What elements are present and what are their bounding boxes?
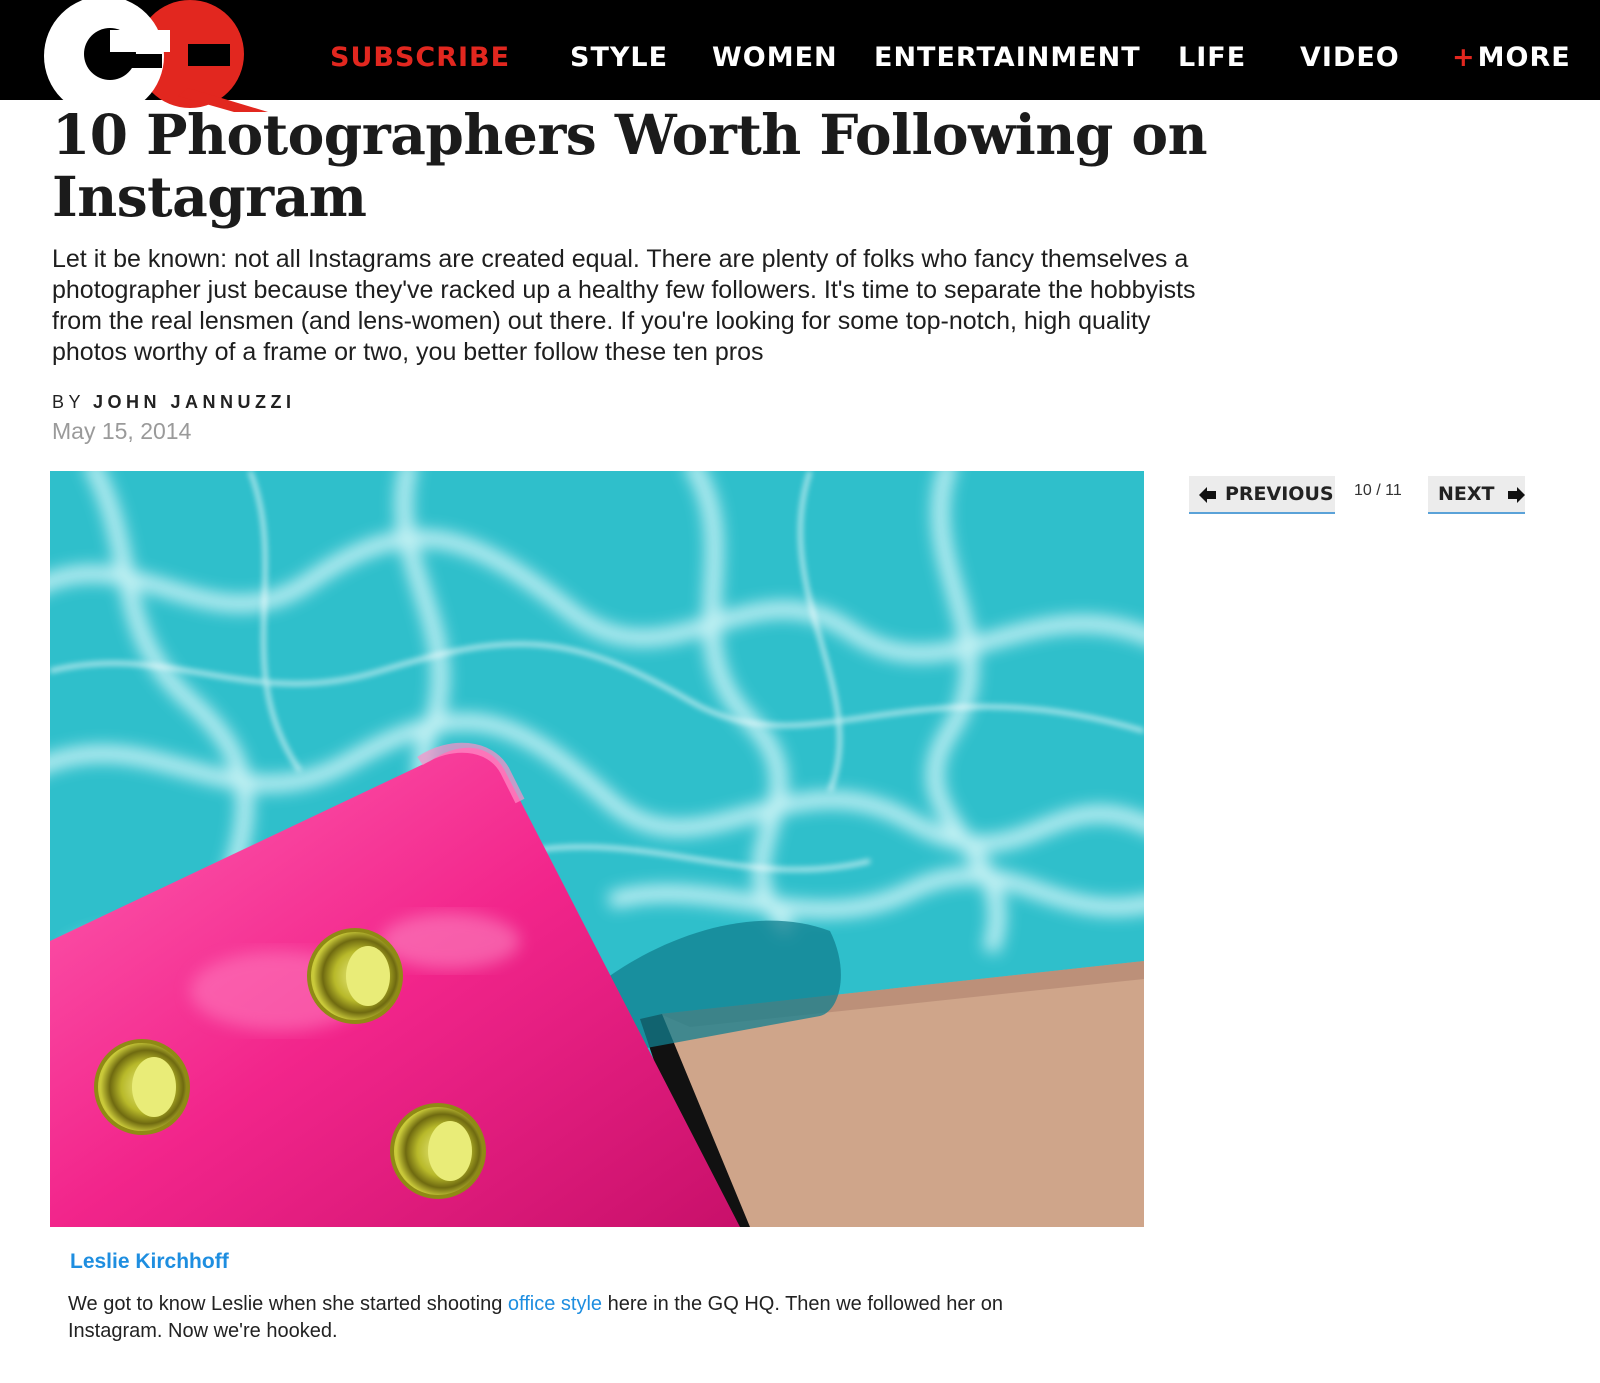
gq-logo[interactable]: [38, 0, 268, 112]
slide-photo: [50, 471, 1144, 1227]
photographer-credit-link[interactable]: Leslie Kirchhoff: [70, 1250, 229, 1274]
next-button[interactable]: NEXT: [1428, 476, 1526, 514]
byline: BY JOHN JANNUZZI: [52, 392, 296, 413]
office-style-link[interactable]: office style: [508, 1293, 602, 1315]
previous-label: PREVIOUS: [1225, 483, 1334, 505]
arrow-right-icon: [1507, 486, 1526, 503]
nav-video[interactable]: VIDEO: [1300, 38, 1400, 78]
slide-counter: 10 / 11: [1354, 482, 1402, 499]
nav-entertainment[interactable]: ENTERTAINMENT: [874, 38, 1141, 78]
previous-button[interactable]: PREVIOUS: [1189, 476, 1335, 514]
byline-label: BY: [52, 392, 86, 412]
pool-float-image: [50, 471, 1144, 1227]
publish-date: May 15, 2014: [52, 418, 192, 444]
top-nav: SUBSCRIBE STYLE WOMEN ENTERTAINMENT LIFE…: [0, 0, 1600, 112]
nav-women[interactable]: WOMEN: [712, 38, 838, 78]
nav-more-label: MORE: [1477, 42, 1571, 73]
slide-caption: We got to know Leslie when she started s…: [68, 1291, 1068, 1345]
caption-text-start: We got to know Leslie when she started s…: [68, 1293, 508, 1315]
nav-style[interactable]: STYLE: [570, 38, 668, 78]
nav-life[interactable]: LIFE: [1178, 38, 1246, 78]
arrow-left-icon: [1199, 486, 1217, 503]
article-dek: Let it be known: not all Instagrams are …: [52, 245, 1196, 366]
article-headline: 10 Photographers Worth Following on Inst…: [52, 102, 1208, 229]
nav-more[interactable]: +MORE: [1452, 38, 1571, 78]
nav-subscribe[interactable]: SUBSCRIBE: [330, 38, 510, 78]
next-label: NEXT: [1438, 483, 1495, 505]
author-link[interactable]: JOHN JANNUZZI: [93, 392, 296, 412]
plus-icon: +: [1452, 42, 1476, 73]
